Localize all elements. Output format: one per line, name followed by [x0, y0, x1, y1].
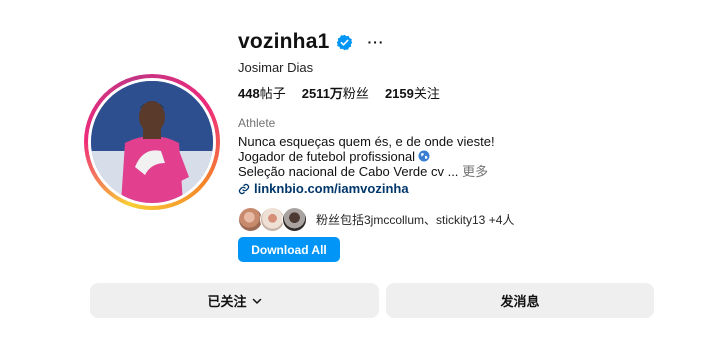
- bio-more-link[interactable]: 更多: [462, 164, 488, 179]
- profile-link[interactable]: linknbio.com/iamvozinha: [238, 181, 409, 196]
- followed-by-text: 粉丝包括3jmccollum、stickity13 +4人: [316, 213, 515, 227]
- username-row: vozinha1 ···: [238, 30, 384, 54]
- followed-by-avatars: [238, 207, 310, 232]
- followers-count: 2511万: [301, 86, 343, 101]
- posts-label: 帖子: [259, 86, 286, 101]
- avatar-photo: [91, 81, 213, 203]
- verified-badge-icon: [337, 34, 353, 50]
- followed-by-row[interactable]: 粉丝包括3jmccollum、stickity13 +4人: [238, 207, 514, 232]
- bio-line: Nunca esqueças quem és, e de onde vieste…: [238, 134, 495, 149]
- follower-avatar: [282, 207, 307, 232]
- profile-stats: 448帖子 2511万粉丝 2159关注: [238, 83, 456, 102]
- bio-line-with-icon: Jogador de futebol profissional: [238, 149, 495, 164]
- link-icon: [238, 183, 250, 194]
- profile-bio: Nunca esqueças quem és, e de onde vieste…: [238, 134, 495, 179]
- message-button-label: 发消息: [500, 294, 540, 309]
- stat-posts[interactable]: 448帖子: [238, 83, 286, 102]
- following-label: 关注: [413, 86, 440, 101]
- following-button[interactable]: 已关注: [90, 283, 379, 318]
- stat-followers[interactable]: 2511万粉丝: [302, 83, 369, 102]
- profile-avatar-border: [88, 78, 216, 206]
- bio-line-with-more: Seleção nacional de Cabo Verde cv ... 更多: [238, 164, 495, 179]
- profile-avatar: [91, 81, 213, 203]
- download-all-button[interactable]: Download All: [238, 237, 340, 262]
- posts-count: 448: [238, 86, 260, 101]
- profile-full-name: Josimar Dias: [238, 60, 314, 75]
- bio-line: Seleção nacional de Cabo Verde cv ...: [238, 164, 459, 179]
- profile-link-text: linknbio.com/iamvozinha: [254, 181, 409, 196]
- following-count: 2159: [384, 86, 414, 101]
- profile-category: Athlete: [238, 116, 276, 130]
- following-button-label: 已关注: [207, 294, 247, 309]
- stat-following[interactable]: 2159关注: [385, 83, 440, 102]
- profile-avatar-ring[interactable]: [84, 74, 220, 210]
- bio-line: Jogador de futebol profissional: [238, 149, 416, 164]
- message-button[interactable]: 发消息: [386, 283, 654, 318]
- profile-username: vozinha1: [238, 30, 330, 53]
- globe-icon: [418, 150, 430, 162]
- chevron-down-icon: [252, 298, 261, 304]
- more-options-icon[interactable]: ···: [367, 34, 384, 50]
- followers-label: 粉丝: [342, 86, 369, 101]
